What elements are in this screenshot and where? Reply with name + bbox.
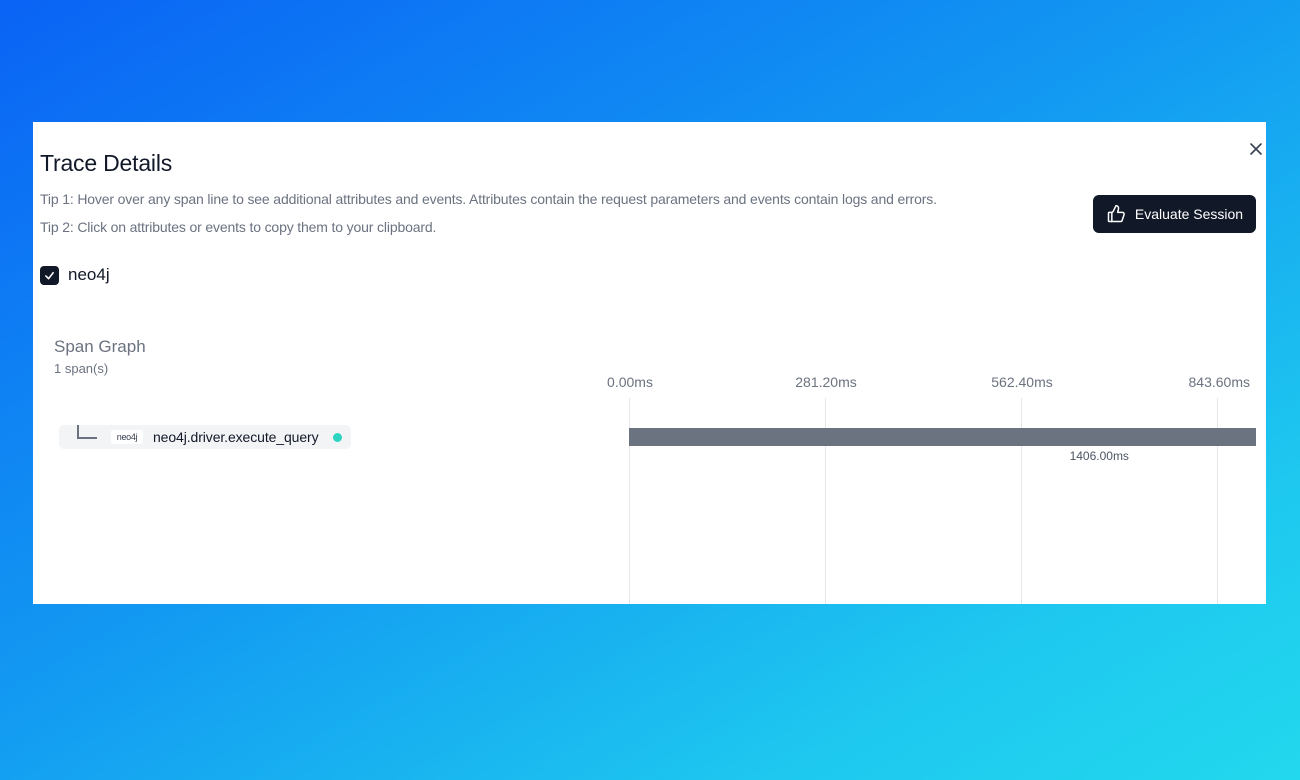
time-tick-label: 0.00ms [607, 374, 653, 390]
status-dot [333, 433, 342, 442]
neo4j-checkbox[interactable] [40, 265, 59, 285]
tip-hover: Tip 1: Hover over any span line to see a… [40, 191, 937, 207]
filter-label: neo4j [68, 265, 110, 284]
evaluate-session-label: Evaluate Session [1134, 206, 1244, 222]
tree-connector [77, 425, 97, 439]
span-name: neo4j.driver.execute_query [153, 429, 319, 445]
tip-copy: Tip 2: Click on attributes or events to … [40, 219, 437, 235]
trace-details-dialog: Trace Details Tip 1: Hover over any span… [33, 122, 1266, 604]
time-tick-label: 562.40ms [991, 374, 1053, 390]
thumbs-up-icon [1106, 204, 1126, 224]
span-bar[interactable] [629, 428, 1256, 446]
span-graph-title: Span Graph [54, 337, 146, 356]
dialog-title: Trace Details [40, 150, 173, 176]
span-count: 1 span(s) [54, 361, 109, 376]
span-duration-label: 1406.00ms [1069, 449, 1129, 463]
neo4j-logo: neo4j [111, 430, 143, 444]
check-icon [45, 271, 54, 279]
span-row[interactable]: neo4j neo4j.driver.execute_query [59, 425, 351, 449]
filter-neo4j[interactable]: neo4j [40, 265, 110, 285]
time-tick-label: 843.60ms [1188, 374, 1250, 390]
time-tick-label: 281.20ms [795, 374, 857, 390]
evaluate-session-button[interactable]: Evaluate Session [1093, 195, 1256, 233]
close-icon[interactable] [1247, 140, 1265, 158]
